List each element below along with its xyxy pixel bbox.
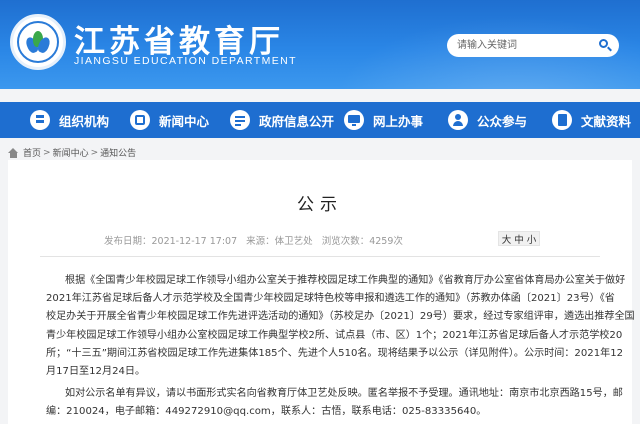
breadcrumb-news[interactable]: 新闻中心	[53, 146, 89, 159]
paragraph-line: 2021年江苏省足球后备人才示范学校及全国青少年校园足球特色校等申报和遴选工作的…	[46, 293, 615, 305]
site-subtitle: JIANGSU EDUCATION DEPARTMENT	[74, 55, 297, 67]
nav-item-label: 公众参与	[477, 113, 528, 129]
font-size-large[interactable]: 大	[502, 232, 512, 246]
nav-item-label: 网上办事	[373, 113, 424, 129]
article-meta: 发布日期：2021-12-17 17:07 来源：体卫艺处 浏览次数：4259次	[104, 233, 409, 247]
site-header: 江苏省教育厅 JIANGSU EDUCATION DEPARTMENT	[0, 0, 640, 89]
search-input[interactable]	[457, 37, 587, 54]
home-icon	[8, 147, 19, 158]
breadcrumb-home[interactable]: 首页	[23, 146, 41, 159]
font-size-small[interactable]: 小	[527, 232, 537, 246]
search-icon-handle	[607, 46, 612, 52]
font-size-switcher: 大 中 小	[498, 231, 540, 246]
nav-item-label: 组织机构	[59, 113, 110, 129]
paragraph-line: 校足办关于开展全省青少年校园足球工作先进评选活动的通知》（苏校足办〔2021〕2…	[46, 311, 635, 323]
article-source: 来源：体卫艺处	[246, 236, 313, 247]
article-title: 公示	[297, 195, 343, 215]
org-icon	[30, 110, 50, 130]
participation-icon	[448, 110, 468, 130]
breadcrumb-separator: >	[90, 147, 99, 158]
main-nav: 组织机构 新闻中心 政府信息公开 网上办事 公众参与 文献资料	[0, 102, 640, 138]
nav-item-label: 文献资料	[581, 113, 632, 129]
nav-item-label: 政府信息公开	[259, 113, 335, 129]
nav-item-label: 新闻中心	[159, 113, 210, 129]
paragraph-line: 编：210024，电子邮箱：449272910@qq.com，联系人：古悟，联系…	[46, 406, 487, 418]
breadcrumb-separator: >	[43, 147, 51, 158]
publish-date: 发布日期：2021-12-17 17:07	[104, 236, 238, 247]
paragraph-line: 根据《全国青少年校园足球工作领导小组办公室关于推荐校园足球工作典型的通知》《省教…	[65, 275, 626, 286]
search-box	[447, 34, 619, 57]
paragraph-line: 月17日至12月24日。	[46, 366, 146, 378]
nav-item-info[interactable]: 政府信息公开	[230, 102, 334, 138]
info-icon	[230, 110, 250, 130]
nav-item-news[interactable]: 新闻中心	[130, 102, 209, 138]
nav-item-org[interactable]: 组织机构	[30, 102, 109, 138]
nav-item-docs[interactable]: 文献资料	[552, 102, 631, 138]
view-count: 浏览次数：4259次	[321, 236, 403, 247]
docs-icon	[552, 110, 572, 130]
nav-item-participation[interactable]: 公众参与	[448, 102, 527, 138]
breadcrumb-notices[interactable]: 通知公告	[100, 146, 136, 159]
service-icon	[344, 110, 364, 130]
article-body: 根据《全国青少年校园足球工作领导小组办公室关于推荐校园足球工作典型的通知》《省教…	[46, 272, 635, 422]
breadcrumb: 首页 > 新闻中心 > 通知公告	[8, 146, 136, 159]
paragraph-line: 如对公示名单有异议，请以书面形式实名向省教育厅体卫艺处反映。匿名举报不予受理。通…	[65, 388, 623, 400]
search-icon[interactable]	[598, 38, 613, 53]
news-icon	[130, 110, 150, 130]
divider	[40, 256, 600, 257]
nav-item-service[interactable]: 网上办事	[344, 102, 423, 138]
site-logo[interactable]	[10, 14, 66, 70]
paragraph-line: 所；“十三五”期间江苏省校园足球工作先进集体185个、先进个人510名。现将结果…	[46, 347, 624, 359]
font-size-medium[interactable]: 中	[514, 232, 524, 246]
paragraph-line: 青少年校园足球工作领导小组办公室校园足球工作典型学校2所、试点县（市、区）1个；…	[46, 329, 623, 341]
